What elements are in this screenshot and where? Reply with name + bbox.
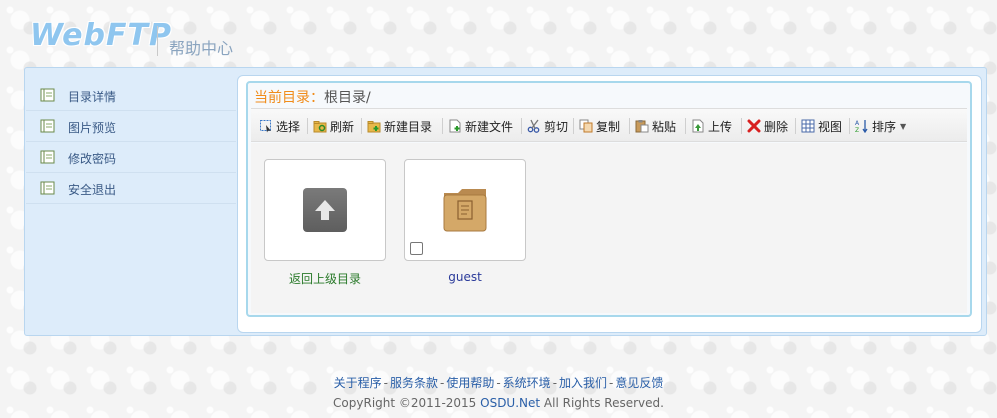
chevron-down-icon: ▼ [900, 121, 907, 131]
footer-link-join[interactable]: 加入我们 [559, 376, 607, 390]
sidebar-item-label: 图片预览 [68, 121, 117, 135]
upload-label: 上传 [708, 119, 733, 134]
toolbar-divider [361, 118, 362, 134]
new-file-button[interactable]: 新建文件 [448, 117, 513, 135]
view-button[interactable]: 视图 [801, 117, 842, 135]
paste-button[interactable]: 粘贴 [635, 117, 676, 135]
refresh-folder-icon [313, 121, 327, 133]
toolbar-divider [307, 118, 308, 134]
toolbar: 选择 刷新 新建目录 新建文件 剪切 复制 粘贴 上传 删除 视图 A Z 排序… [251, 108, 967, 142]
select-label: 选择 [276, 119, 301, 134]
current-directory-label: 当前目录： [254, 90, 324, 106]
copy-label: 复制 [596, 119, 621, 134]
select-button[interactable]: 选择 [259, 117, 300, 135]
file-grid: 返回上级目录 guest [251, 143, 967, 313]
book-icon [40, 88, 55, 102]
file-name[interactable]: guest [404, 270, 526, 284]
current-directory-path[interactable]: 根目录/ [324, 90, 371, 106]
refresh-button[interactable]: 刷新 [313, 117, 354, 135]
new-file-label: 新建文件 [465, 119, 514, 134]
delete-icon [747, 119, 761, 133]
view-label: 视图 [818, 119, 843, 134]
cut-label: 剪切 [544, 119, 569, 134]
new-file-icon [449, 119, 461, 133]
select-checkbox[interactable] [410, 242, 423, 255]
book-icon [40, 119, 55, 133]
sidebar: 目录详情 图片预览 修改密码 安全退出 [26, 80, 236, 204]
footer-link-about[interactable]: 关于程序 [334, 376, 382, 390]
svg-text:A: A [855, 120, 860, 127]
sidebar-item-label: 安全退出 [68, 183, 117, 197]
toolbar-divider [521, 118, 522, 134]
logo-divider [157, 26, 158, 56]
refresh-label: 刷新 [330, 119, 355, 134]
file-tile-parent[interactable] [264, 159, 386, 261]
delete-label: 删除 [764, 119, 789, 134]
copyright-link[interactable]: OSDU.Net [480, 396, 540, 410]
sidebar-item-directory-details[interactable]: 目录详情 [26, 80, 236, 111]
new-directory-button[interactable]: 新建目录 [367, 117, 432, 135]
sort-label: 排序 [872, 119, 897, 134]
select-icon [260, 120, 271, 133]
grid-view-icon [801, 119, 815, 133]
folder-icon [443, 189, 487, 232]
toolbar-divider [849, 118, 850, 134]
footer-link-feedback[interactable]: 意见反馈 [615, 376, 663, 390]
scissors-icon [527, 119, 540, 133]
sort-az-icon: AZ [855, 120, 868, 133]
copyright-prefix: CopyRight ©2011-2015 [333, 396, 481, 410]
file-tile-folder[interactable] [404, 159, 526, 261]
toolbar-divider [629, 118, 630, 134]
header: WebFTP 帮助中心 [30, 18, 430, 62]
footer-link-terms[interactable]: 服务条款 [390, 376, 438, 390]
clipboard-icon [635, 120, 649, 133]
book-icon [40, 150, 55, 164]
copy-button[interactable]: 复制 [579, 117, 620, 135]
toolbar-divider [442, 118, 443, 134]
toolbar-divider [795, 118, 796, 134]
file-browser: 当前目录：根目录/ 选择 刷新 新建目录 新建文件 剪切 复制 粘贴 上传 删除… [246, 81, 972, 317]
copyright: CopyRight ©2011-2015 OSDU.Net All Rights… [0, 396, 997, 410]
sidebar-item-label: 目录详情 [68, 90, 117, 104]
cut-button[interactable]: 剪切 [527, 117, 568, 135]
copyright-suffix: All Rights Reserved. [540, 396, 664, 410]
page-title: 帮助中心 [169, 39, 234, 58]
footer-links: 关于程序 - 服务条款 - 使用帮助 - 系统环境 - 加入我们 - 意见反馈 [333, 376, 664, 390]
sidebar-item-logout[interactable]: 安全退出 [26, 173, 236, 204]
main-container: 目录详情 图片预览 修改密码 安全退出 当前目录：根目录/ 选择 刷新 新建目录… [24, 67, 987, 336]
sidebar-item-change-password[interactable]: 修改密码 [26, 142, 236, 173]
footer-link-environment[interactable]: 系统环境 [503, 376, 551, 390]
toolbar-divider [685, 118, 686, 134]
footer-link-help[interactable]: 使用帮助 [446, 376, 494, 390]
book-icon [40, 181, 55, 195]
svg-text:Z: Z [855, 127, 859, 133]
new-folder-icon [367, 121, 381, 133]
sort-button[interactable]: AZ 排序 ▼ [855, 117, 906, 135]
parent-directory-icon [303, 188, 347, 232]
toolbar-divider [741, 118, 742, 134]
content-panel: 当前目录：根目录/ 选择 刷新 新建目录 新建文件 剪切 复制 粘贴 上传 删除… [237, 75, 982, 333]
sidebar-item-image-preview[interactable]: 图片预览 [26, 111, 236, 142]
webftp-logo[interactable]: WebFTP [30, 18, 172, 53]
delete-button[interactable]: 删除 [747, 117, 788, 135]
upload-button[interactable]: 上传 [691, 117, 732, 135]
footer: 关于程序 - 服务条款 - 使用帮助 - 系统环境 - 加入我们 - 意见反馈 CopyRight … [0, 374, 997, 410]
new-directory-label: 新建目录 [384, 119, 433, 134]
sidebar-item-label: 修改密码 [68, 152, 117, 166]
current-directory: 当前目录：根目录/ [254, 87, 371, 107]
toolbar-divider [573, 118, 574, 134]
file-name[interactable]: 返回上级目录 [264, 270, 386, 287]
paste-label: 粘贴 [652, 119, 677, 134]
copy-icon [579, 119, 593, 133]
upload-icon [692, 119, 704, 133]
